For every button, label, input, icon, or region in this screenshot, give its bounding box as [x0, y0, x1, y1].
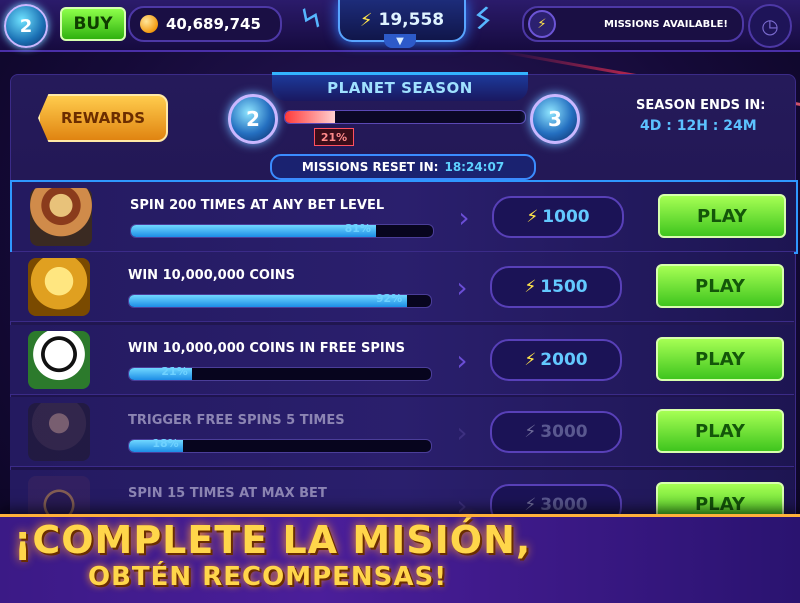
- missions-status-text: MISSIONS AVAILABLE!: [604, 18, 728, 30]
- chevron-down-icon[interactable]: ▼: [384, 34, 416, 48]
- play-button[interactable]: PLAY: [656, 337, 784, 381]
- promo-subheadline: OBTÉN RECOMPENSAS!: [88, 562, 448, 592]
- chevron-right-icon: ›: [456, 270, 468, 304]
- lightning-bolt-icon: ⚡: [524, 350, 537, 370]
- mission-title: SPIN 15 TIMES AT MAX BET: [128, 486, 327, 501]
- missions-reset-label: MISSIONS RESET IN:: [301, 160, 439, 174]
- coin-balance-value: 40,689,745: [166, 15, 261, 33]
- level-badge[interactable]: 2: [4, 4, 48, 48]
- mission-avatar-golden-buddha: [28, 258, 90, 316]
- chevron-right-icon: ›: [456, 343, 468, 377]
- season-ends-label: SEASON ENDS IN:: [636, 98, 766, 113]
- energy-balance-value: 19,558: [378, 10, 445, 30]
- mission-reward-value: 3000: [540, 422, 588, 442]
- mission-row[interactable]: WIN 10,000,000 COINS 92% › ⚡ 1500 PLAY: [10, 252, 794, 322]
- planet-current-number: 2: [246, 107, 260, 131]
- mission-title: SPIN 200 TIMES AT ANY BET LEVEL: [130, 198, 385, 213]
- mission-row[interactable]: TRIGGER FREE SPINS 5 TIMES 18% › ⚡ 3000 …: [10, 397, 794, 467]
- season-progress-bar: [284, 110, 526, 124]
- mission-progress-label: 21%: [161, 365, 188, 378]
- lightning-bolt-icon: ⚡: [359, 9, 373, 31]
- mission-avatar-panda: [28, 331, 90, 389]
- mission-reward: ⚡ 1000: [492, 196, 624, 238]
- mission-progress-label: 92%: [375, 292, 403, 305]
- mission-row[interactable]: SPIN 200 TIMES AT ANY BET LEVEL 81% › ⚡ …: [10, 180, 798, 254]
- season-title: PLANET SEASON: [272, 72, 528, 101]
- mission-reward-value: 3000: [540, 495, 588, 515]
- rewards-button[interactable]: REWARDS: [38, 94, 168, 142]
- chevron-right-icon: ›: [456, 415, 468, 449]
- promo-headline: ¡COMPLETE LA MISIÓN,: [14, 518, 532, 562]
- lightning-bolt-icon: ⚡: [524, 495, 537, 515]
- mission-progress-label: 81%: [344, 222, 371, 235]
- mission-avatar-warrior-woman: [28, 403, 90, 461]
- mission-avatar-cowboy-sombrero: [30, 188, 92, 246]
- mission-progress-fill: [129, 295, 407, 307]
- missions-reset-bar: MISSIONS RESET IN: 18:24:07: [270, 154, 536, 180]
- mission-reward: ⚡ 2000: [490, 339, 622, 381]
- season-progress-fill: [285, 111, 336, 123]
- mission-reward: ⚡ 1500: [490, 266, 622, 308]
- lightning-bolt-icon: ⚡: [524, 277, 537, 297]
- play-button[interactable]: PLAY: [656, 409, 784, 453]
- mission-reward-value: 1000: [542, 207, 590, 227]
- chevron-right-icon: ›: [458, 200, 470, 234]
- planet-next-level: 3: [530, 94, 580, 144]
- planet-next-number: 3: [548, 107, 562, 131]
- lightning-bolt-icon: ⚡: [526, 207, 539, 227]
- mission-progress-fill: [131, 225, 376, 237]
- clock-icon[interactable]: ◷: [748, 4, 792, 48]
- mission-progress-bar: [130, 224, 434, 238]
- planet-current-level: 2: [228, 94, 278, 144]
- mission-reward: ⚡ 3000: [490, 411, 622, 453]
- mission-reward-value: 2000: [540, 350, 588, 370]
- mission-title: WIN 10,000,000 COINS IN FREE SPINS: [128, 341, 405, 356]
- buy-button[interactable]: BUY: [60, 7, 126, 41]
- play-button[interactable]: PLAY: [656, 264, 784, 308]
- season-progress-label: 21%: [314, 128, 354, 146]
- mission-reward-value: 1500: [540, 277, 588, 297]
- coin-icon: [140, 15, 158, 33]
- missions-status[interactable]: ⚡ MISSIONS AVAILABLE!: [522, 6, 744, 42]
- mission-row[interactable]: WIN 10,000,000 COINS IN FREE SPINS 21% ›…: [10, 325, 794, 395]
- coin-balance: 40,689,745: [128, 6, 282, 42]
- level-number: 2: [19, 15, 33, 37]
- mission-title: TRIGGER FREE SPINS 5 TIMES: [128, 413, 345, 428]
- play-button[interactable]: PLAY: [658, 194, 786, 238]
- mission-progress-label: 18%: [152, 437, 179, 450]
- season-ends-value: 4D : 12H : 24M: [640, 118, 757, 134]
- lightning-bolt-icon: ⚡: [524, 422, 537, 442]
- lightning-bolt-icon: ⚡: [528, 10, 556, 38]
- mission-title: WIN 10,000,000 COINS: [128, 268, 296, 283]
- missions-reset-value: 18:24:07: [444, 160, 505, 174]
